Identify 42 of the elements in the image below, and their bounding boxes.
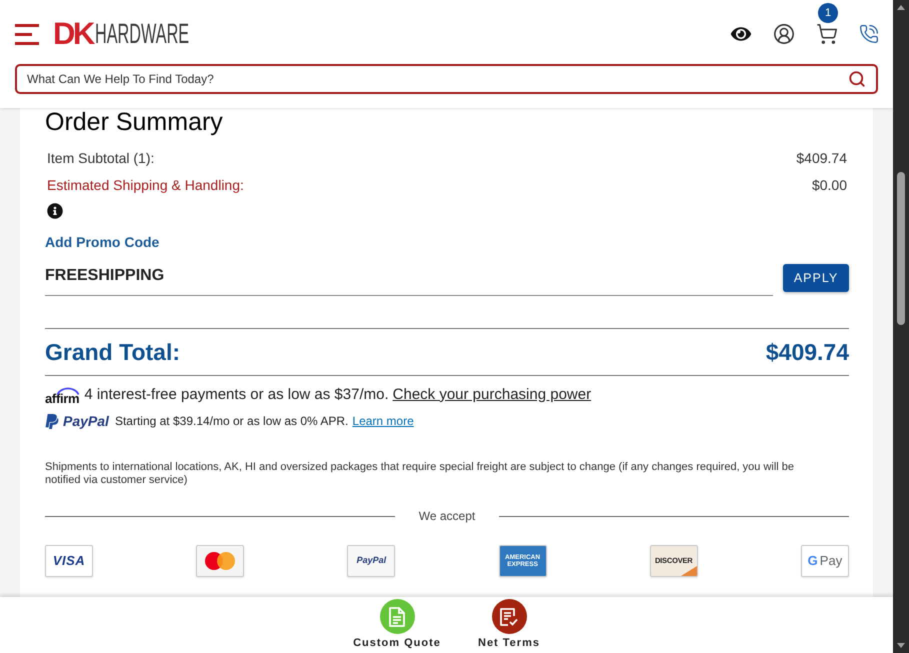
scroll-down-icon[interactable] [897, 643, 905, 648]
cart-icon[interactable] [816, 23, 838, 45]
search-field[interactable]: What Can We Help To Find Today? [15, 64, 878, 94]
p-mark-icon [45, 412, 59, 430]
financing-text: 4 interest-free payments or as low as $37/mo. [84, 384, 389, 405]
user-account-icon[interactable] [773, 23, 795, 45]
corner-triangle-icon [680, 566, 697, 576]
shipping-note: Shipments to international locations, AK, HI and oversized packages that require special freight are subject to change (if any changes required, you will be notified via customer service) [45, 461, 796, 487]
scrollbar-thumb[interactable] [897, 172, 905, 325]
payment-logo: PayPal [347, 545, 396, 577]
cart-count-badge: 1 [818, 3, 838, 23]
summary-value: $409.74 [796, 148, 847, 168]
logo-mark: G [808, 552, 818, 570]
promo-code-field[interactable]: FREESHIPPING [45, 263, 773, 296]
grand-total-label: Grand Total: [45, 338, 180, 367]
net-terms-button[interactable]: Net Terms [459, 599, 559, 650]
arc-icon [56, 385, 80, 395]
apply-button[interactable]: APPLY [783, 264, 849, 292]
purchasing-power-link[interactable]: Check your purchasing power [392, 384, 592, 406]
scrollbar[interactable] [893, 0, 909, 653]
logo-text: Pay [820, 552, 842, 570]
overlapping-circles-icon [205, 552, 236, 570]
summary-label: Item Subtotal (1): [47, 148, 154, 168]
we-accept-label: We accept [418, 508, 476, 525]
brand-logo-text: affirm [45, 392, 80, 406]
menu-icon[interactable] [15, 24, 39, 44]
learn-more-link[interactable]: Learn more [352, 412, 414, 430]
scroll-up-icon[interactable] [897, 5, 905, 10]
summary-label: Estimated Shipping & Handling: [47, 176, 244, 195]
grand-total-value: $409.74 [766, 338, 849, 367]
brand-logo-text: PayPal [63, 412, 109, 431]
summary-value: $0.00 [812, 176, 847, 194]
logo-wordmark[interactable]: HARDWARE [94, 20, 189, 48]
custom-quote-button[interactable]: Custom Quote [347, 599, 447, 650]
payment-logo: VISA [45, 545, 93, 577]
logo-mark[interactable]: DK [53, 20, 93, 48]
phone-icon[interactable] [859, 23, 879, 45]
section-title: Order Summary [45, 108, 223, 136]
financing-text: Starting at $39.14/mo or as low as 0% APR. [114, 413, 348, 430]
search-icon[interactable] [848, 70, 866, 88]
info-icon[interactable] [47, 203, 63, 219]
add-promo-code-link[interactable]: Add Promo Code [45, 232, 160, 252]
